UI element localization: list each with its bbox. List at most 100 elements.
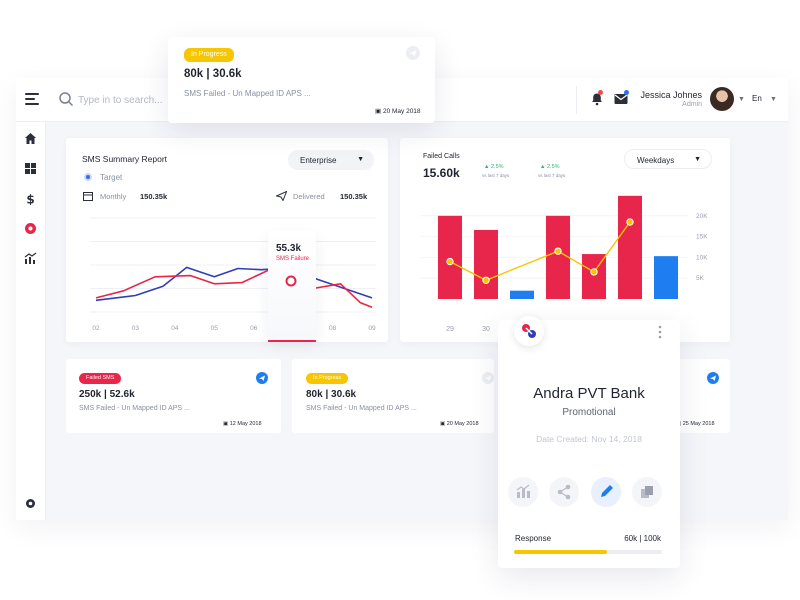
edit-button[interactable] <box>591 477 621 507</box>
trend-point[interactable] <box>590 268 598 276</box>
settings-icon[interactable] <box>24 497 37 510</box>
calendar-icon: ▣ <box>440 421 447 427</box>
bar[interactable] <box>618 195 642 299</box>
mini-card-subtitle: SMS Failed - Un Mapped ID APS ... <box>306 405 417 412</box>
notification-date: ▣ 20 May 2018 <box>375 107 421 115</box>
calendar-icon: ▣ <box>375 108 383 115</box>
divider <box>576 86 577 114</box>
user-role: Admin <box>682 101 702 108</box>
mini-card-date: ▣ 12 May 2018 <box>223 421 262 427</box>
notification-date-text: 20 May 2018 <box>382 108 421 115</box>
dashboard-screen: Jessica Johnes Admin ▼ En ▼ $ SMS Summar… <box>0 0 800 600</box>
chevron-down-icon[interactable]: ▼ <box>770 96 777 103</box>
calendar-icon <box>83 192 93 201</box>
bank-type: Promotional <box>562 407 616 418</box>
response-progress-fill <box>514 550 608 554</box>
tooltip-label: SMS Failure <box>276 256 310 262</box>
home-icon[interactable] <box>24 132 37 145</box>
bar[interactable] <box>546 215 570 299</box>
send-icon[interactable] <box>406 46 420 60</box>
sms-line-chart: 0203040506070809 <box>90 217 376 332</box>
bar[interactable] <box>474 229 498 299</box>
failed-calls-value: 15.60k <box>423 166 460 180</box>
language-selector[interactable]: En <box>752 94 762 103</box>
chevron-down-icon[interactable]: ▼ <box>738 96 745 103</box>
mail-dot <box>624 90 629 95</box>
brand-icon[interactable] <box>24 222 37 235</box>
delivered-label: Delivered <box>293 192 325 201</box>
sms-summary-title: SMS Summary Report <box>82 154 168 164</box>
tooltip-point <box>285 275 297 287</box>
status-badge: In Progress <box>306 373 349 384</box>
bar[interactable] <box>510 290 534 299</box>
response-value: 60k | 100k <box>624 534 661 543</box>
bank-name: Andra PVT Bank <box>533 385 645 402</box>
y-tick-label: 20K <box>696 213 708 220</box>
enterprise-select-value: Enterprise <box>300 156 337 165</box>
stats-icon <box>516 484 530 498</box>
active-tick-indicator <box>268 340 316 342</box>
svg-text:$: $ <box>26 193 34 206</box>
send-icon[interactable] <box>482 372 494 384</box>
dashboard-icon[interactable] <box>24 162 37 175</box>
share-icon <box>557 484 571 500</box>
weekdays-select[interactable]: Weekdays ▼ <box>624 149 712 169</box>
monthly-value: 150.35k <box>140 192 168 201</box>
x-tick-label: 08 <box>329 325 337 332</box>
more-options-icon[interactable] <box>658 325 662 339</box>
response-label: Response <box>515 534 552 543</box>
bar[interactable] <box>438 215 462 299</box>
y-tick-label: 10K <box>696 254 708 261</box>
trend-point[interactable] <box>626 218 634 226</box>
stats-button[interactable] <box>508 477 538 507</box>
trend-point[interactable] <box>554 247 562 255</box>
sidebar: $ <box>16 122 46 520</box>
mini-card-value: 80k | 30.6k <box>306 389 357 400</box>
y-tick-label: 15K <box>696 234 708 241</box>
delta-2-sub: vs last 7 days <box>538 173 566 178</box>
bank-logo <box>514 316 544 346</box>
enterprise-select[interactable]: Enterprise ▼ <box>288 150 374 170</box>
mini-card-date: ▣ 20 May 2018 <box>440 421 479 427</box>
target-radio[interactable] <box>84 173 92 181</box>
x-tick-label: 05 <box>211 325 219 332</box>
calendar-icon: ▣ <box>223 421 230 427</box>
x-tick-label: 03 <box>132 325 140 332</box>
monthly-label: Monthly <box>100 192 127 201</box>
search-icon[interactable] <box>58 91 74 107</box>
copy-icon <box>641 486 653 498</box>
avatar[interactable] <box>710 87 734 111</box>
bank-logo-icon <box>522 324 536 338</box>
send-icon[interactable] <box>256 372 268 384</box>
status-badge: Failed SMS <box>79 373 122 384</box>
status-badge: In Progress <box>184 48 234 62</box>
x-tick-label: 04 <box>171 325 179 332</box>
bank-date-created: Date Created: Nov 14, 2018 <box>536 434 642 444</box>
mini-card-date: ▣ 25 May 2018 <box>676 421 715 427</box>
failed-calls-label: Failed Calls <box>423 153 460 160</box>
delta-1-text: 2.5% <box>490 164 504 170</box>
x-tick-label: 30 <box>482 326 490 333</box>
x-tick-label: 29 <box>446 326 454 333</box>
bar[interactable] <box>654 256 678 299</box>
mini-card-date-text: 12 May 2018 <box>229 421 262 427</box>
tooltip-value: 55.3k <box>276 243 302 254</box>
floating-notification-card[interactable]: In Progress 80k | 30.6k SMS Failed - Un … <box>168 37 435 123</box>
share-button[interactable] <box>549 477 579 507</box>
mini-card-subtitle: SMS Failed - Un Mapped ID APS ... <box>79 405 190 412</box>
y-tick-label: 5K <box>696 275 705 282</box>
delta-2-value: ▲ 2.5% <box>540 164 560 170</box>
dollar-icon[interactable]: $ <box>24 192 37 206</box>
copy-button[interactable] <box>632 477 662 507</box>
analytics-icon[interactable] <box>24 252 37 265</box>
trend-point[interactable] <box>446 257 454 266</box>
mini-card-value: 250k | 52.6k <box>79 389 135 400</box>
response-progress <box>514 550 662 554</box>
delivered-value: 150.35k <box>340 192 368 201</box>
chevron-down-icon: ▼ <box>357 156 364 163</box>
send-icon[interactable] <box>707 372 719 384</box>
trend-point[interactable] <box>482 276 490 284</box>
menu-icon[interactable] <box>25 93 39 105</box>
notification-dot <box>598 90 603 95</box>
delta-1-value: ▲ 2.5% <box>484 164 504 170</box>
